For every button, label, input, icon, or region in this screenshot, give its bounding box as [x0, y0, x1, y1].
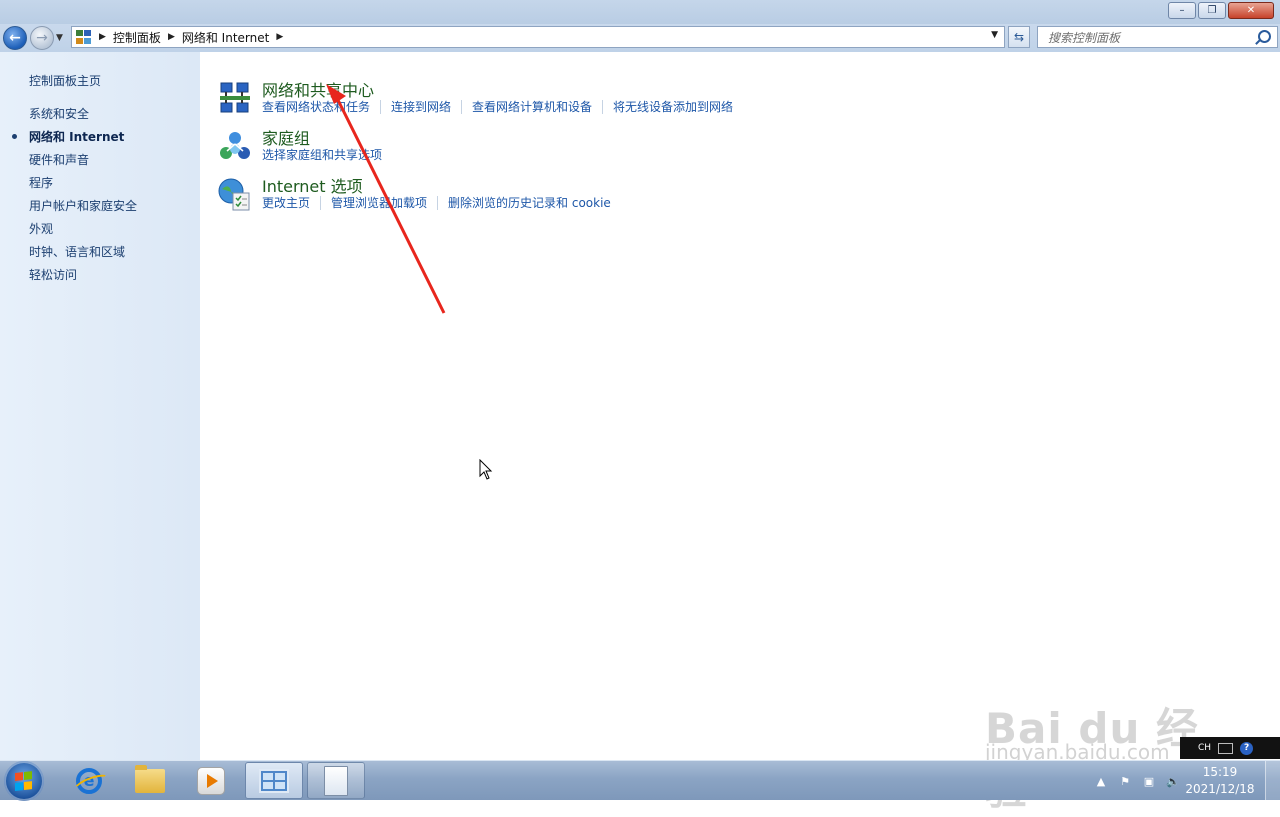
clock-date: 2021/12/18 — [1185, 782, 1255, 796]
task-link[interactable]: 查看网络计算机和设备 — [472, 100, 604, 114]
back-arrow-icon: ← — [9, 30, 21, 46]
breadcrumb-chevron-icon[interactable]: ▶ — [99, 32, 106, 42]
sidebar-item-programs[interactable]: 程序 — [29, 174, 137, 197]
forward-arrow-icon: → — [36, 30, 48, 46]
task-link[interactable]: 查看网络状态和任务 — [262, 100, 382, 114]
taskbar-control-panel[interactable] — [245, 762, 303, 799]
mouse-cursor-icon — [479, 459, 493, 480]
refresh-button[interactable]: ⇆ — [1008, 26, 1030, 48]
window-controls: – ❐ ✕ — [1166, 2, 1274, 19]
search-input[interactable] — [1046, 30, 1255, 46]
category-links: 更改主页 管理浏览器加载项 删除浏览的历史记录和 cookie — [262, 196, 631, 210]
minimize-button[interactable]: – — [1168, 2, 1196, 19]
maximize-button[interactable]: ❐ — [1198, 2, 1226, 19]
control-panel-icon — [76, 30, 92, 44]
taskbar-document[interactable] — [307, 762, 365, 799]
task-link[interactable]: 将无线设备添加到网络 — [613, 100, 743, 114]
sidebar-item-ease-of-access[interactable]: 轻松访问 — [29, 266, 137, 289]
task-link[interactable]: 删除浏览的历史记录和 cookie — [448, 196, 621, 210]
help-icon[interactable]: ? — [1240, 741, 1254, 755]
category-title[interactable]: 家庭组 — [262, 125, 310, 149]
internet-options-icon — [218, 178, 250, 211]
category-list: 系统和安全 网络和 Internet 硬件和声音 程序 用户帐户和家庭安全 外观… — [11, 105, 137, 289]
taskbar-internet-explorer[interactable]: e — [60, 762, 118, 799]
keyboard-icon[interactable] — [1218, 742, 1234, 754]
category-links: 选择家庭组和共享选项 — [262, 148, 402, 162]
category-title[interactable]: Internet 选项 — [262, 173, 363, 197]
sidebar-item-user-accounts[interactable]: 用户帐户和家庭安全 — [29, 197, 137, 220]
back-button[interactable]: ← — [3, 26, 27, 50]
search-icon[interactable] — [1258, 30, 1271, 43]
network-status-icon[interactable]: ▣ — [1141, 773, 1157, 789]
language-indicator[interactable]: CH — [1198, 743, 1211, 753]
breadcrumb-network-internet[interactable]: 网络和 Internet — [182, 29, 269, 46]
category-title[interactable]: 网络和共享中心 — [262, 77, 374, 101]
forward-button[interactable]: → — [30, 26, 54, 50]
navigation-bar: ← → ▼ ▶ 控制面板 ▶ 网络和 Internet ▶ ▼ ⇆ — [0, 24, 1280, 52]
task-link[interactable]: 选择家庭组和共享选项 — [262, 148, 392, 162]
sidebar-item-clock-language-region[interactable]: 时钟、语言和区域 — [29, 243, 137, 266]
main-content: 网络和共享中心 查看网络状态和任务 连接到网络 查看网络计算机和设备 将无线设备… — [200, 52, 1280, 760]
taskbar-media-player[interactable] — [182, 762, 240, 799]
windows-logo-icon — [15, 771, 33, 791]
breadcrumb-chevron-icon[interactable]: ▶ — [276, 32, 283, 42]
close-button[interactable]: ✕ — [1228, 2, 1274, 19]
category-links: 查看网络状态和任务 连接到网络 查看网络计算机和设备 将无线设备添加到网络 — [262, 100, 753, 114]
start-button[interactable] — [4, 761, 44, 801]
address-dropdown-icon[interactable]: ▼ — [991, 30, 998, 40]
task-link[interactable]: 连接到网络 — [391, 100, 463, 114]
breadcrumb-chevron-icon[interactable]: ▶ — [168, 32, 175, 42]
network-icon — [220, 82, 250, 113]
address-bar[interactable]: ▶ 控制面板 ▶ 网络和 Internet ▶ ▼ — [71, 26, 1005, 48]
sidebar-item-hardware-sound[interactable]: 硬件和声音 — [29, 151, 137, 174]
search-box[interactable] — [1037, 26, 1278, 48]
left-navigation-pane: 控制面板主页 系统和安全 网络和 Internet 硬件和声音 程序 用户帐户和… — [0, 52, 200, 760]
breadcrumb-control-panel[interactable]: 控制面板 — [113, 29, 161, 46]
task-link[interactable]: 管理浏览器加载项 — [331, 196, 439, 210]
media-player-icon — [197, 766, 225, 795]
explorer-folder-icon — [135, 764, 165, 793]
show-hidden-icons-icon[interactable]: ▲ — [1093, 773, 1109, 789]
recent-pages-dropdown[interactable]: ▼ — [56, 33, 63, 43]
action-center-flag-icon[interactable]: ⚑ — [1117, 773, 1133, 789]
sidebar-item-appearance[interactable]: 外观 — [29, 220, 137, 243]
taskbar: e ▲ ⚑ ▣ 🔈 15:19 2021/12/18 — [0, 760, 1280, 801]
refresh-icon: ⇆ — [1013, 30, 1025, 44]
sidebar-item-network-internet[interactable]: 网络和 Internet — [11, 128, 137, 151]
homegroup-icon — [220, 132, 250, 159]
title-bar: – ❐ ✕ — [0, 0, 1280, 24]
sidebar-item-system-security[interactable]: 系统和安全 — [29, 105, 137, 128]
system-tray: ▲ ⚑ ▣ 🔈 15:19 2021/12/18 — [1089, 761, 1280, 801]
document-icon — [324, 765, 348, 796]
control-panel-icon — [259, 768, 289, 793]
taskbar-explorer[interactable] — [121, 762, 179, 799]
task-link[interactable]: 更改主页 — [262, 196, 322, 210]
internet-explorer-icon: e — [76, 767, 102, 794]
show-desktop-button[interactable] — [1265, 761, 1280, 801]
volume-icon[interactable]: 🔈 — [1165, 773, 1181, 789]
control-panel-home-link[interactable]: 控制面板主页 — [29, 72, 101, 89]
language-bar: CH ? — [1180, 737, 1280, 759]
clock[interactable]: 15:19 2021/12/18 — [1185, 764, 1255, 798]
clock-time: 15:19 — [1202, 765, 1238, 779]
